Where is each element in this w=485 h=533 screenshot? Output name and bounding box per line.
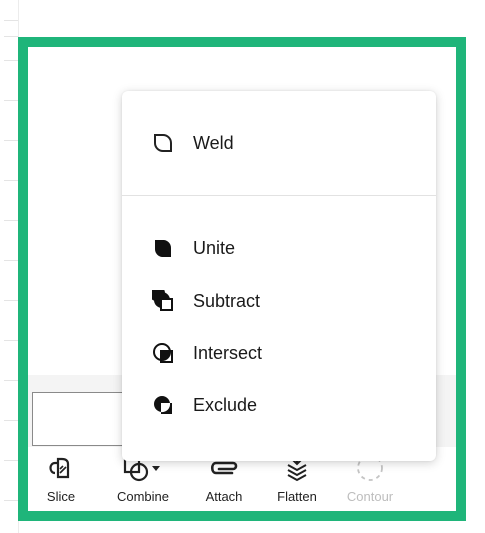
menu-item-subtract[interactable]: Subtract [152, 284, 260, 318]
ruler-tick [4, 60, 18, 61]
flatten-label: Flatten [277, 489, 317, 504]
ruler-tick [4, 460, 18, 461]
ruler-tick [4, 20, 18, 21]
menu-item-label: Weld [193, 132, 234, 153]
unite-icon [154, 240, 172, 257]
ruler-tick [4, 100, 18, 101]
slice-label: Slice [46, 489, 76, 504]
combine-menu: Weld Unite Subtract Intersect Exclude [122, 91, 436, 461]
ruler-tick [4, 420, 18, 421]
subtract-icon [152, 290, 173, 311]
canvas-area: Slice Combine Attach Flatten Contour Wel… [28, 47, 456, 511]
menu-item-unite[interactable]: Unite [152, 231, 235, 265]
ruler-tick [4, 180, 18, 181]
combine-label: Combine [116, 489, 170, 504]
menu-item-label: Exclude [193, 394, 258, 415]
chevron-down-icon [152, 466, 160, 471]
contour-label: Contour [346, 489, 394, 504]
menu-item-label: Unite [193, 237, 236, 258]
ruler-tick [4, 300, 18, 301]
menu-item-label: Subtract [193, 290, 261, 311]
highlight-frame: Slice Combine Attach Flatten Contour Wel… [18, 37, 466, 521]
menu-item-weld[interactable]: Weld [152, 126, 234, 160]
ruler-tick [4, 260, 18, 261]
layer-input-box[interactable] [32, 392, 132, 446]
slice-button[interactable]: Slice [38, 453, 84, 504]
ruler-tick [4, 140, 18, 141]
attach-label: Attach [205, 489, 243, 504]
ruler-tick [4, 380, 18, 381]
menu-divider [122, 195, 436, 196]
menu-item-label: Intersect [193, 342, 263, 363]
ruler-tick [4, 220, 18, 221]
ruler-tick [4, 500, 18, 501]
menu-item-exclude[interactable]: Exclude [152, 388, 257, 422]
ruler-tick [4, 36, 18, 37]
slice-icon [49, 457, 70, 479]
menu-item-intersect[interactable]: Intersect [152, 336, 262, 370]
intersect-icon [153, 343, 173, 363]
weld-icon [154, 134, 172, 152]
ruler-tick [4, 340, 18, 341]
exclude-icon [154, 396, 172, 414]
